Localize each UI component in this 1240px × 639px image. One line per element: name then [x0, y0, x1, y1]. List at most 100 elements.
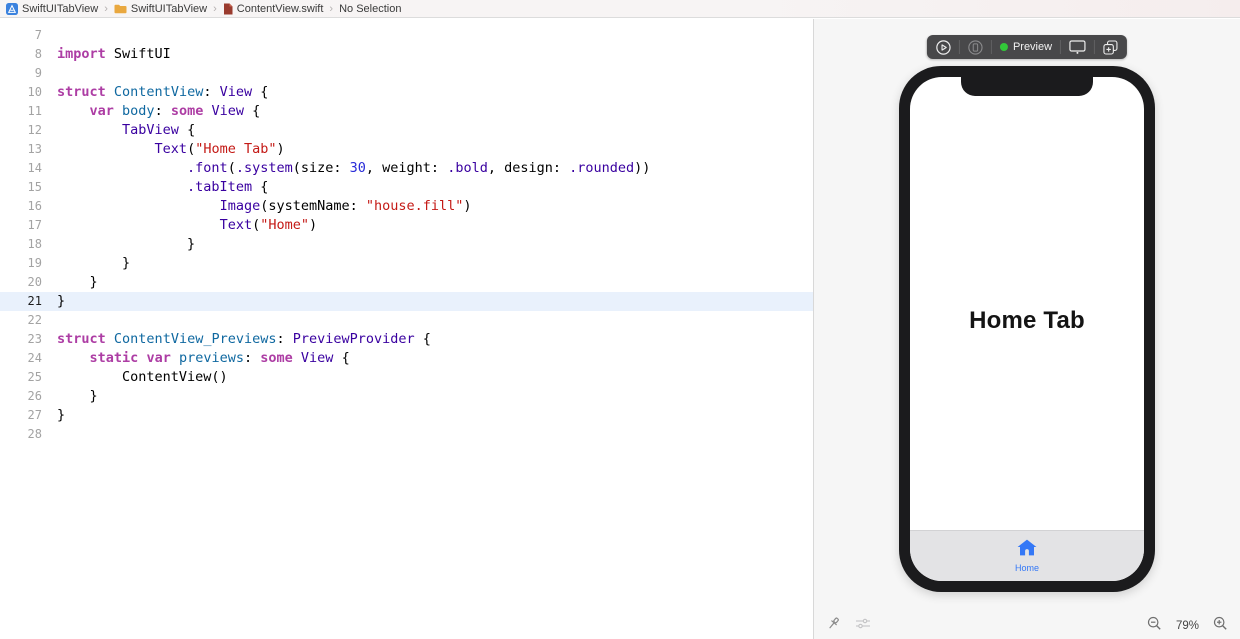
code-line[interactable]: 17 Text("Home"): [0, 216, 813, 235]
code-text: ContentView(): [57, 368, 228, 387]
code-text: .font(.system(size: 30, weight: .bold, d…: [57, 159, 650, 178]
status-dot: [1000, 43, 1008, 51]
device-title: Home Tab: [910, 307, 1144, 335]
zoom-in-button[interactable]: [1213, 616, 1228, 636]
preview-status-label: Preview: [1013, 41, 1052, 53]
source-editor[interactable]: 78import SwiftUI910 struct ContentView: V…: [0, 19, 813, 639]
code-line[interactable]: 16 Image(systemName: "house.fill"): [0, 197, 813, 216]
breadcrumb-item-file[interactable]: ContentView.swift: [223, 3, 324, 15]
code-line[interactable]: 27}: [0, 406, 813, 425]
tab-bar-item-home[interactable]: Home: [1015, 539, 1039, 573]
line-number: 19: [0, 254, 42, 273]
line-number: 11: [0, 102, 42, 121]
code-area: 78import SwiftUI910 struct ContentView: V…: [0, 19, 813, 444]
line-number: 15: [0, 178, 42, 197]
device-preview-button[interactable]: [968, 40, 983, 55]
code-line[interactable]: 22: [0, 311, 813, 330]
toolbar-divider: [959, 40, 960, 54]
line-number: 23: [0, 330, 42, 349]
chevron-right-icon: ›: [104, 3, 108, 15]
project-icon: [6, 3, 18, 15]
code-line[interactable]: 21}: [0, 292, 813, 311]
line-number: 25: [0, 368, 42, 387]
line-number: 7: [0, 26, 42, 45]
code-text: struct ContentView: View {: [57, 83, 268, 102]
preview-status[interactable]: Preview: [1000, 41, 1052, 53]
line-number: 20: [0, 273, 42, 292]
code-line[interactable]: 12 TabView {: [0, 121, 813, 140]
code-line[interactable]: 25 ContentView(): [0, 368, 813, 387]
adjustments-icon: [855, 617, 871, 635]
preview-canvas: Preview Home Tab Home: [814, 19, 1240, 639]
line-number: 27: [0, 406, 42, 425]
live-preview-button[interactable]: [936, 40, 951, 55]
code-line[interactable]: 10 struct ContentView: View {: [0, 83, 813, 102]
code-text: struct ContentView_Previews: PreviewProv…: [57, 330, 431, 349]
toolbar-divider: [991, 40, 992, 54]
device-screen: Home Tab Home: [910, 77, 1144, 581]
house-icon: [1017, 539, 1037, 561]
chevron-right-icon: ›: [329, 3, 333, 15]
toolbar-divider: [1094, 40, 1095, 54]
code-line[interactable]: 15 .tabItem {: [0, 178, 813, 197]
notch: [961, 77, 1093, 96]
code-text: TabView {: [57, 121, 195, 140]
code-line[interactable]: 13 Text("Home Tab"): [0, 140, 813, 159]
code-line[interactable]: 26 }: [0, 387, 813, 406]
code-line[interactable]: 11 var body: some View {: [0, 102, 813, 121]
breadcrumb-item-project[interactable]: SwiftUITabView: [6, 3, 98, 15]
code-text: Text("Home"): [57, 216, 317, 235]
preview-toolbar: Preview: [927, 35, 1127, 59]
code-text: Image(systemName: "house.fill"): [57, 197, 472, 216]
device-circle-icon: [968, 40, 983, 55]
code-line[interactable]: 28: [0, 425, 813, 444]
preview-bottom-bar: 79%: [814, 613, 1240, 639]
code-line[interactable]: 19 }: [0, 254, 813, 273]
code-text: }: [57, 406, 65, 425]
code-text: }: [57, 254, 130, 273]
zoom-out-button[interactable]: [1147, 616, 1162, 636]
breadcrumb-label: SwiftUITabView: [22, 3, 98, 15]
swift-file-icon: [223, 3, 233, 15]
code-text: Text("Home Tab"): [57, 140, 285, 159]
iphone-frame: Home Tab Home: [899, 66, 1155, 592]
code-text: .tabItem {: [57, 178, 268, 197]
pin-preview-button[interactable]: [826, 616, 841, 636]
tab-bar: Home: [910, 530, 1144, 581]
line-number: 9: [0, 64, 42, 83]
chevron-right-icon: ›: [213, 3, 217, 15]
folder-icon: [114, 4, 127, 14]
preview-on-device-button[interactable]: [1069, 40, 1086, 54]
code-line[interactable]: 8import SwiftUI: [0, 45, 813, 64]
duplicate-icon: [1103, 40, 1118, 55]
pin-icon: [826, 616, 841, 636]
code-line[interactable]: 9: [0, 64, 813, 83]
play-circle-icon: [936, 40, 951, 55]
breadcrumb-label: SwiftUITabView: [131, 3, 207, 15]
duplicate-preview-button[interactable]: [1103, 40, 1118, 55]
tab-bar-item-label: Home: [1015, 563, 1039, 573]
zoom-level-label[interactable]: 79%: [1176, 620, 1199, 632]
code-text: }: [57, 235, 195, 254]
line-number: 24: [0, 349, 42, 368]
line-number: 17: [0, 216, 42, 235]
code-text: }: [57, 273, 98, 292]
code-line[interactable]: 7: [0, 26, 813, 45]
toolbar-divider: [1060, 40, 1061, 54]
line-number: 13: [0, 140, 42, 159]
code-line[interactable]: 20 }: [0, 273, 813, 292]
code-line[interactable]: 23 struct ContentView_Previews: PreviewPr…: [0, 330, 813, 349]
breadcrumb-item-group[interactable]: SwiftUITabView: [114, 3, 207, 15]
breadcrumb-item-selection[interactable]: No Selection: [339, 3, 401, 15]
code-line[interactable]: 18 }: [0, 235, 813, 254]
code-text: import SwiftUI: [57, 45, 171, 64]
line-number: 18: [0, 235, 42, 254]
display-icon: [1069, 40, 1086, 54]
preview-settings-button[interactable]: [855, 617, 871, 635]
breadcrumb-label: ContentView.swift: [237, 3, 324, 15]
code-line[interactable]: 14 .font(.system(size: 30, weight: .bold…: [0, 159, 813, 178]
line-number: 12: [0, 121, 42, 140]
line-number: 10: [0, 83, 42, 102]
code-line[interactable]: 24 static var previews: some View {: [0, 349, 813, 368]
line-number: 21: [0, 292, 42, 311]
